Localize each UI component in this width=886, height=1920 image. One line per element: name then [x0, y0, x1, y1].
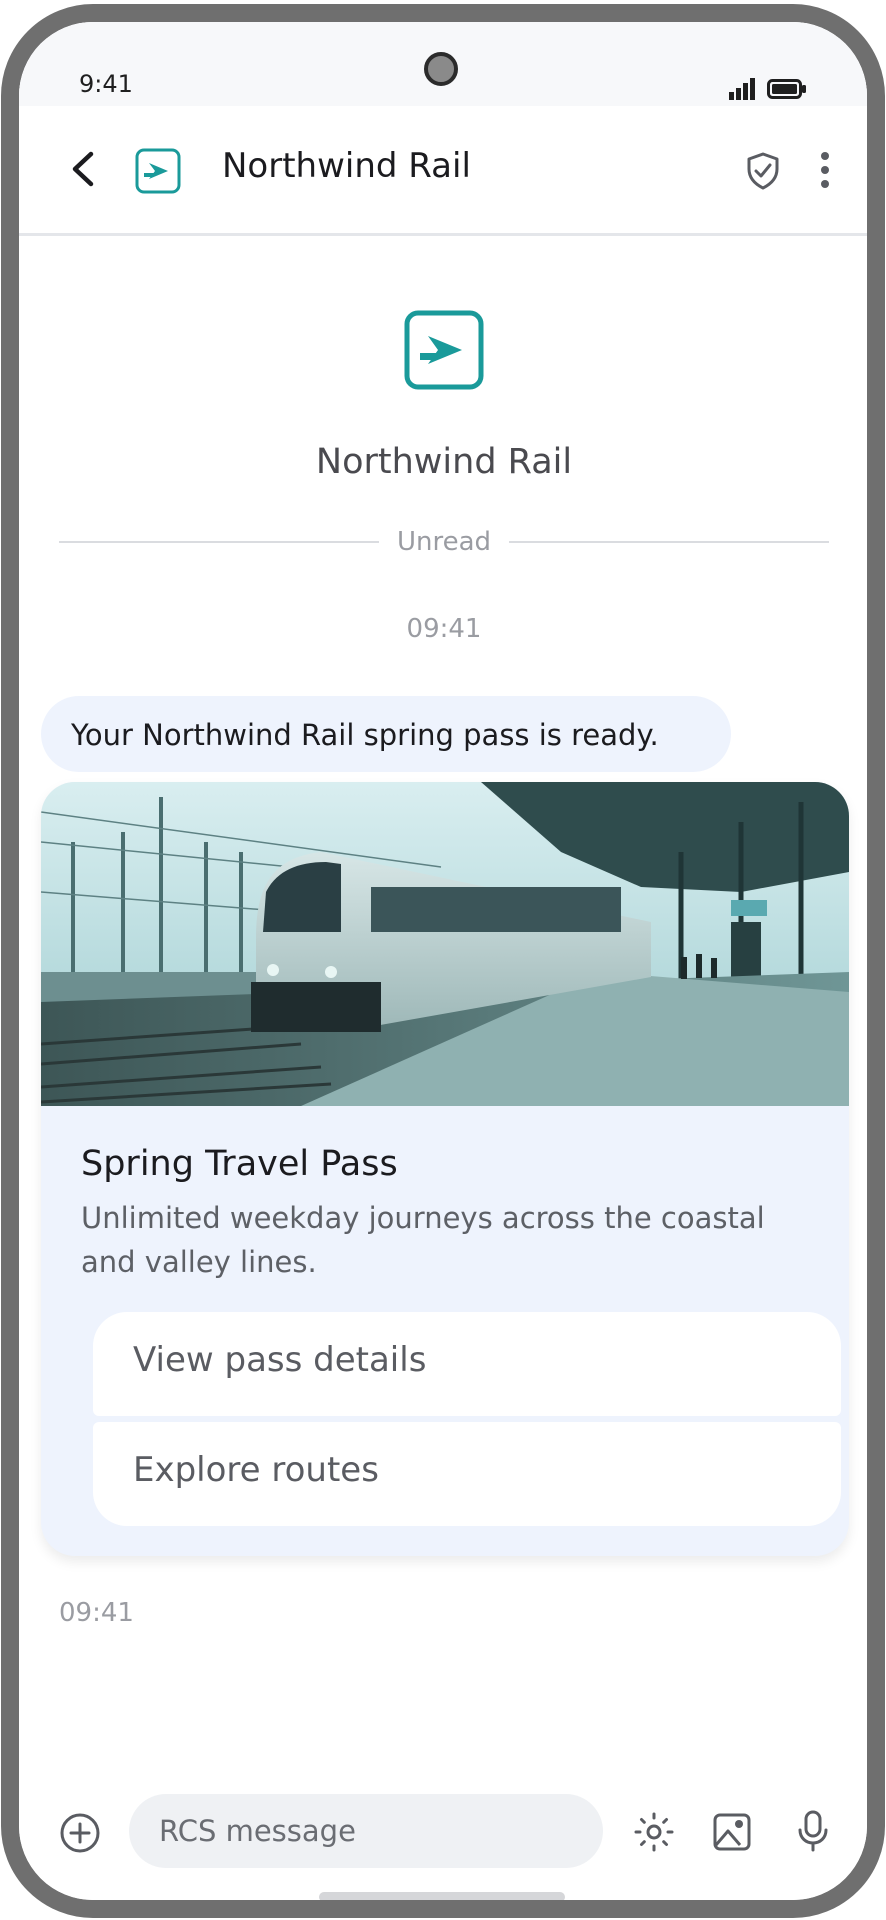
front-camera — [424, 52, 458, 86]
add-attachment-button[interactable] — [59, 1812, 101, 1854]
battery-icon — [767, 79, 806, 99]
more-options-button[interactable] — [813, 150, 837, 190]
status-bar: 9:41 — [19, 22, 867, 106]
phone-frame: 9:41 Northwind Rail Northwind Rail Unrea… — [1, 4, 885, 1918]
card-title: Spring Travel Pass — [81, 1144, 398, 1184]
phone-device: 9:41 Northwind Rail Northwind Rail Unrea… — [0, 0, 886, 1920]
message-timestamp: 09:41 — [406, 614, 482, 644]
back-button[interactable] — [63, 146, 103, 192]
card-description: Unlimited weekday journeys across the co… — [81, 1201, 765, 1279]
unread-label: Unread — [396, 527, 492, 557]
profile-logo-icon — [404, 310, 484, 390]
conversation-header: Northwind Rail — [19, 106, 867, 236]
message-bubble[interactable]: Your Northwind Rail spring pass is ready… — [41, 696, 731, 772]
messages-screen: 9:41 Northwind Rail Northwind Rail Unrea… — [19, 22, 867, 1900]
unread-divider-left — [59, 541, 379, 543]
header-title: Northwind Rail — [222, 146, 471, 186]
microphone-button[interactable] — [795, 1809, 831, 1853]
home-indicator[interactable] — [319, 1892, 565, 1900]
rich-card: Spring Travel Pass Unlimited weekday jou… — [41, 782, 849, 1556]
view-pass-details-button[interactable]: View pass details — [93, 1312, 841, 1416]
card-timestamp: 09:41 — [59, 1598, 134, 1628]
brightness-sun-icon[interactable] — [633, 1811, 675, 1853]
verified-shield-icon[interactable] — [746, 152, 780, 190]
northwind-rail-logo-icon — [135, 148, 181, 194]
explore-routes-button[interactable]: Explore routes — [93, 1422, 841, 1526]
message-input[interactable]: RCS message — [129, 1794, 603, 1868]
signal-icon — [729, 78, 755, 100]
status-time: 9:41 — [79, 70, 133, 98]
card-image-train[interactable] — [41, 782, 849, 1106]
gallery-image-icon[interactable] — [711, 1811, 753, 1853]
profile-name: Northwind Rail — [315, 442, 573, 482]
unread-divider-right — [509, 541, 829, 543]
